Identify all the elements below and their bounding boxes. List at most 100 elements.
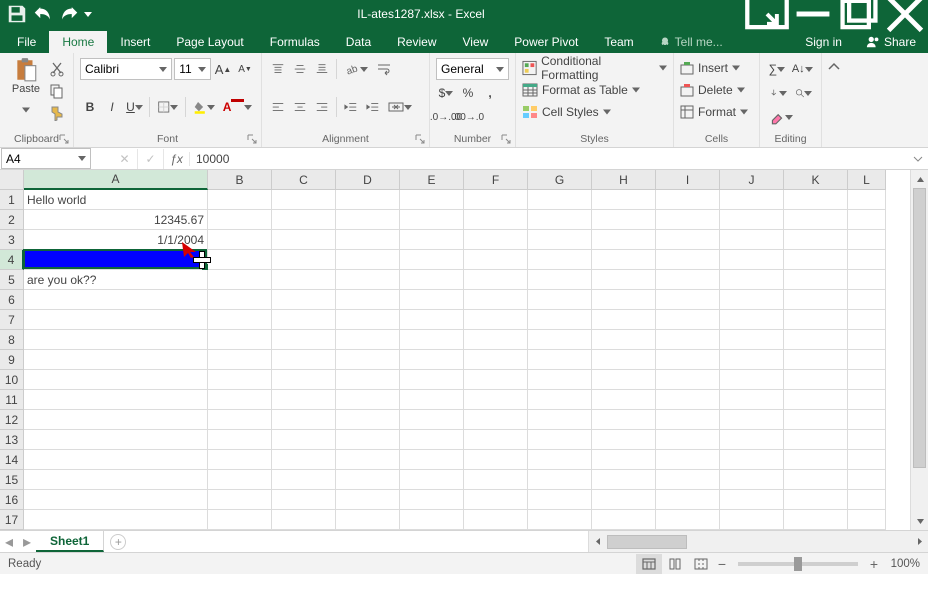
rowhead-12[interactable]: 12 [0,410,24,430]
cell-K8[interactable] [784,330,848,350]
cell-J13[interactable] [720,430,784,450]
align-bottom-button[interactable] [312,58,332,80]
rowhead-17[interactable]: 17 [0,510,24,530]
cell-D1[interactable] [336,190,400,210]
cell-A15[interactable] [24,470,208,490]
cell-A8[interactable] [24,330,208,350]
cell-E11[interactable] [400,390,464,410]
cell-E10[interactable] [400,370,464,390]
find-select-button[interactable] [792,82,816,104]
rowhead-9[interactable]: 9 [0,350,24,370]
page-break-view-button[interactable] [688,554,714,574]
cell-H13[interactable] [592,430,656,450]
cell-K10[interactable] [784,370,848,390]
cell-D15[interactable] [336,470,400,490]
cell-D14[interactable] [336,450,400,470]
scroll-up-button[interactable] [911,170,928,188]
cell-J10[interactable] [720,370,784,390]
cell-C3[interactable] [272,230,336,250]
cell-C5[interactable] [272,270,336,290]
cell-D17[interactable] [336,510,400,530]
cell-G7[interactable] [528,310,592,330]
cell-J15[interactable] [720,470,784,490]
clear-button[interactable] [766,106,796,128]
cell-D16[interactable] [336,490,400,510]
cell-C4[interactable] [272,250,336,270]
cell-A9[interactable] [24,350,208,370]
enter-formula-button[interactable]: ✓ [138,149,164,169]
align-center-button[interactable] [290,96,310,118]
cell-E1[interactable] [400,190,464,210]
colhead-L[interactable]: L [848,170,886,190]
new-sheet-button[interactable]: + [110,534,126,550]
cell-C17[interactable] [272,510,336,530]
paste-button[interactable]: Paste [6,57,46,125]
cell-B10[interactable] [208,370,272,390]
underline-button[interactable]: U [124,96,145,118]
cell-F8[interactable] [464,330,528,350]
format-cells-button[interactable]: Format [680,101,753,123]
merge-center-button[interactable] [385,96,415,118]
cell-D7[interactable] [336,310,400,330]
cell-C15[interactable] [272,470,336,490]
cell-H1[interactable] [592,190,656,210]
maximize-button[interactable] [836,0,882,28]
rowhead-2[interactable]: 2 [0,210,24,230]
decrease-indent-button[interactable] [341,96,361,118]
select-all-button[interactable] [0,170,24,190]
cell-G15[interactable] [528,470,592,490]
cell-H10[interactable] [592,370,656,390]
cell-K4[interactable] [784,250,848,270]
cell-H15[interactable] [592,470,656,490]
number-format-select[interactable]: General [436,58,509,80]
expand-formula-bar-button[interactable] [908,154,928,164]
cell-K5[interactable] [784,270,848,290]
cell-D5[interactable] [336,270,400,290]
accounting-format-button[interactable]: $ [436,82,456,104]
cell-F14[interactable] [464,450,528,470]
cell-I10[interactable] [656,370,720,390]
tab-view[interactable]: View [450,31,502,53]
cell-C6[interactable] [272,290,336,310]
cell-B16[interactable] [208,490,272,510]
close-button[interactable] [882,0,928,28]
cell-F3[interactable] [464,230,528,250]
tab-formulas[interactable]: Formulas [257,31,333,53]
cut-button[interactable] [46,59,68,79]
cell-E14[interactable] [400,450,464,470]
tab-insert[interactable]: Insert [107,31,163,53]
font-name-select[interactable]: Calibri [80,58,172,80]
cell-F15[interactable] [464,470,528,490]
cell-H7[interactable] [592,310,656,330]
cell-C11[interactable] [272,390,336,410]
rowhead-5[interactable]: 5 [0,270,24,290]
cell-B3[interactable] [208,230,272,250]
cell-G1[interactable] [528,190,592,210]
cell-D9[interactable] [336,350,400,370]
colhead-D[interactable]: D [336,170,400,190]
rowhead-10[interactable]: 10 [0,370,24,390]
cell-A17[interactable] [24,510,208,530]
minimize-button[interactable] [790,0,836,28]
cell-I4[interactable] [656,250,720,270]
number-dialog-launcher[interactable] [500,132,512,144]
name-box[interactable]: A4 [1,148,91,169]
cell-I1[interactable] [656,190,720,210]
cell-K17[interactable] [784,510,848,530]
cell-K12[interactable] [784,410,848,430]
cell-H6[interactable] [592,290,656,310]
cell-C14[interactable] [272,450,336,470]
fill-color-button[interactable] [190,96,218,118]
cell-H14[interactable] [592,450,656,470]
cell-J6[interactable] [720,290,784,310]
cell-K14[interactable] [784,450,848,470]
cell-L17[interactable] [848,510,886,530]
cell-L12[interactable] [848,410,886,430]
cell-B5[interactable] [208,270,272,290]
format-as-table-button[interactable]: Format as Table [522,79,667,101]
fx-icon[interactable]: ƒx [164,152,190,166]
cell-F2[interactable] [464,210,528,230]
cell-G14[interactable] [528,450,592,470]
cell-A14[interactable] [24,450,208,470]
cell-F16[interactable] [464,490,528,510]
